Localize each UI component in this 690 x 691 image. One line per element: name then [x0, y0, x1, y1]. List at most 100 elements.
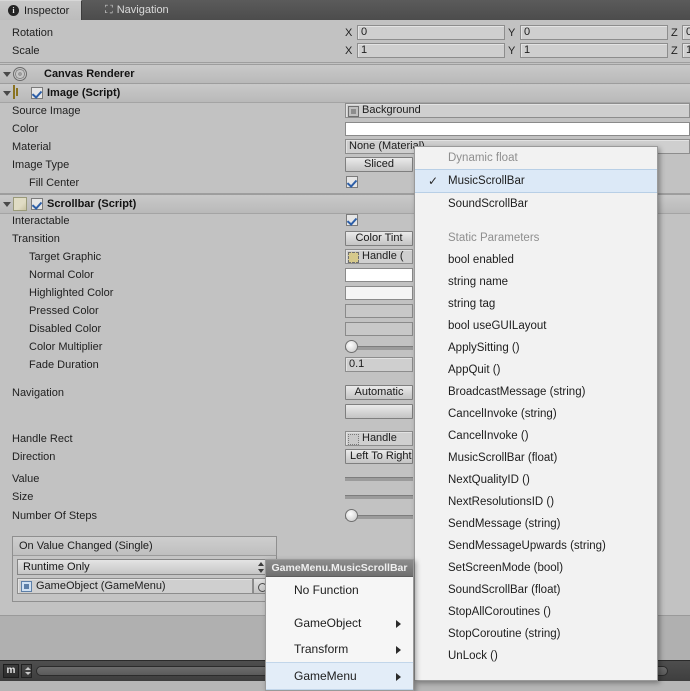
- menu-item[interactable]: MusicScrollBar (float): [415, 447, 657, 469]
- scrollbar-enabled-checkbox[interactable]: [31, 198, 43, 210]
- chevron-updown-icon: [258, 562, 265, 573]
- rotation-y-field[interactable]: 0: [520, 25, 668, 40]
- component-header-canvas-renderer[interactable]: Canvas Renderer: [0, 64, 690, 84]
- foldout-icon[interactable]: [3, 202, 11, 207]
- menu-item-label: SoundScrollBar (float): [448, 584, 561, 596]
- foldout-icon[interactable]: [3, 72, 11, 77]
- scale-label: Scale: [12, 45, 40, 57]
- mode-stepper[interactable]: [21, 664, 32, 678]
- color-swatch[interactable]: [345, 122, 690, 136]
- number-of-steps-label: Number Of Steps: [12, 510, 97, 522]
- value-slider[interactable]: [345, 477, 413, 481]
- size-slider[interactable]: [345, 495, 413, 499]
- scale-x-axis: X: [345, 45, 353, 57]
- scrollbar-component-title: Scrollbar (Script): [47, 198, 137, 210]
- tab-navigation-label: Navigation: [116, 4, 169, 16]
- pressed-color-swatch[interactable]: [345, 304, 413, 318]
- canvas-renderer-icon: [13, 67, 27, 81]
- menu-item-label: MusicScrollBar: [448, 175, 525, 187]
- highlighted-color-label: Highlighted Color: [29, 287, 114, 299]
- number-of-steps-slider[interactable]: [345, 509, 413, 523]
- image-type-dropdown[interactable]: Sliced: [345, 157, 413, 172]
- menu-item[interactable]: StopAllCoroutines (): [415, 601, 657, 623]
- context-menu-item-label: Transform: [294, 642, 349, 656]
- menu-item[interactable]: UnLock (): [415, 645, 657, 667]
- highlighted-color-swatch[interactable]: [345, 286, 413, 300]
- scale-z-field[interactable]: 1: [682, 43, 690, 58]
- callback-mode-dropdown[interactable]: Runtime Only: [17, 559, 270, 575]
- menu-item[interactable]: NextResolutionsID (): [415, 491, 657, 513]
- color-multiplier-label: Color Multiplier: [29, 341, 103, 353]
- menu-item[interactable]: CancelInvoke (): [415, 425, 657, 447]
- menu-item[interactable]: bool enabled: [415, 249, 657, 271]
- row-color: Color: [0, 120, 690, 138]
- menu-item[interactable]: bool useGUILayout: [415, 315, 657, 337]
- menu-item-label: SoundScrollBar: [448, 198, 528, 210]
- color-multiplier-slider[interactable]: [345, 340, 413, 354]
- slider-knob[interactable]: [345, 340, 358, 353]
- scale-y-axis: Y: [508, 45, 516, 57]
- menu-item[interactable]: string name: [415, 271, 657, 293]
- rotation-x-field[interactable]: 0: [357, 25, 505, 40]
- menu-item-label: bool useGUILayout: [448, 320, 547, 332]
- color-label: Color: [12, 123, 39, 135]
- tab-inspector[interactable]: i Inspector: [0, 0, 83, 20]
- menu-item[interactable]: NextQualityID (): [415, 469, 657, 491]
- menu-item[interactable]: CancelInvoke (string): [415, 403, 657, 425]
- fade-duration-field[interactable]: 0.1: [345, 357, 413, 372]
- context-menu-item[interactable]: GameObject: [266, 610, 413, 636]
- scale-x-field[interactable]: 1: [357, 43, 505, 58]
- pressed-color-label: Pressed Color: [29, 305, 99, 317]
- menu-item[interactable]: ✓ MusicScrollBar: [415, 169, 657, 193]
- navigation-dropdown[interactable]: Automatic: [345, 385, 413, 400]
- direction-dropdown[interactable]: Left To Right: [345, 449, 413, 464]
- tab-inspector-label: Inspector: [24, 4, 70, 17]
- rotation-label: Rotation: [12, 27, 53, 39]
- source-image-field[interactable]: Background: [345, 103, 690, 118]
- menu-item[interactable]: SendMessage (string): [415, 513, 657, 535]
- target-graphic-field[interactable]: Handle (: [345, 249, 413, 264]
- handle-icon: [348, 252, 359, 263]
- disabled-color-swatch[interactable]: [345, 322, 413, 336]
- component-header-image[interactable]: Image (Script): [0, 83, 690, 103]
- foldout-icon[interactable]: [3, 91, 11, 96]
- context-menu-item[interactable]: No Function: [266, 577, 413, 603]
- submenu-arrow-icon: [396, 673, 401, 681]
- menu-item[interactable]: SoundScrollBar: [415, 193, 657, 215]
- image-enabled-checkbox[interactable]: [31, 87, 43, 99]
- scrollbar-component-icon: [13, 197, 27, 211]
- menu-item-label: NextResolutionsID (): [448, 496, 555, 508]
- menu-item[interactable]: ApplySitting (): [415, 337, 657, 359]
- mode-badge[interactable]: m: [3, 664, 19, 678]
- menu-item[interactable]: SoundScrollBar (float): [415, 579, 657, 601]
- target-object-field[interactable]: GameObject (GameMenu): [17, 578, 253, 594]
- fill-center-checkbox[interactable]: [346, 176, 358, 188]
- interactable-checkbox[interactable]: [346, 214, 358, 226]
- event-header: On Value Changed (Single): [13, 537, 276, 556]
- menu-item[interactable]: SetScreenMode (bool): [415, 557, 657, 579]
- tab-navigation[interactable]: ⛶ Navigation: [97, 0, 181, 20]
- size-label: Size: [12, 491, 34, 503]
- context-menu-item-label: No Function: [294, 583, 359, 597]
- scale-y-field[interactable]: 1: [520, 43, 668, 58]
- image-type-label: Image Type: [12, 159, 70, 171]
- context-menu-item[interactable]: Transform: [266, 636, 413, 662]
- visualize-button[interactable]: [345, 404, 413, 419]
- rotation-z-field[interactable]: 0: [682, 25, 690, 40]
- menu-item-label: CancelInvoke (): [448, 430, 529, 442]
- context-menu-item[interactable]: GameMenu: [266, 662, 413, 690]
- handle-rect-field[interactable]: Handle: [345, 431, 413, 446]
- normal-color-swatch[interactable]: [345, 268, 413, 282]
- function-dropdown-menu[interactable]: Dynamic float ✓ MusicScrollBar SoundScrollB…: [414, 146, 658, 681]
- menu-item[interactable]: string tag: [415, 293, 657, 315]
- menu-item-label: SetScreenMode (bool): [448, 562, 564, 574]
- transition-dropdown[interactable]: Color Tint: [345, 231, 413, 246]
- slider-knob[interactable]: [345, 509, 358, 522]
- menu-item[interactable]: BroadcastMessage (string): [415, 381, 657, 403]
- function-context-menu[interactable]: GameMenu.MusicScrollBar No Function GameO…: [265, 559, 414, 691]
- menu-item[interactable]: StopCoroutine (string): [415, 623, 657, 645]
- menu-item[interactable]: AppQuit (): [415, 359, 657, 381]
- check-icon: ✓: [428, 174, 439, 188]
- menu-item[interactable]: SendMessageUpwards (string): [415, 535, 657, 557]
- menu-item-label: StopAllCoroutines (): [448, 606, 551, 618]
